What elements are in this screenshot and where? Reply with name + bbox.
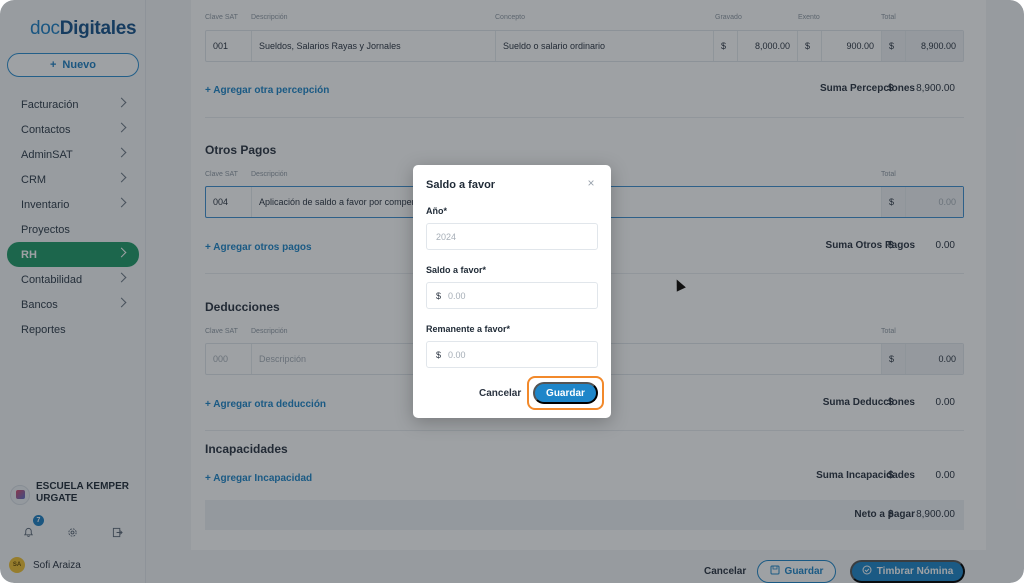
saldo-value: 0.00 <box>448 290 466 301</box>
dialog-save-button[interactable]: Guardar <box>533 382 598 404</box>
remanente-input[interactable]: $ 0.00 <box>426 341 598 368</box>
app-window: docDigitales + Nuevo Facturación Contact… <box>0 0 1024 583</box>
saldo-input[interactable]: $ 0.00 <box>426 282 598 309</box>
year-label: Año* <box>426 206 447 216</box>
saldo-a-favor-dialog: Saldo a favor × Año* 2024 Saldo a favor*… <box>413 165 611 418</box>
remanente-label: Remanente a favor* <box>426 324 511 334</box>
close-icon[interactable]: × <box>585 177 597 189</box>
dialog-cancel-button[interactable]: Cancelar <box>479 388 521 399</box>
remanente-value: 0.00 <box>448 349 466 360</box>
saldo-label: Saldo a favor* <box>426 265 487 275</box>
year-value: 2024 <box>436 231 457 242</box>
dialog-title: Saldo a favor <box>426 179 496 191</box>
currency-symbol: $ <box>436 349 442 360</box>
year-input[interactable]: 2024 <box>426 223 598 250</box>
currency-symbol: $ <box>436 290 442 301</box>
